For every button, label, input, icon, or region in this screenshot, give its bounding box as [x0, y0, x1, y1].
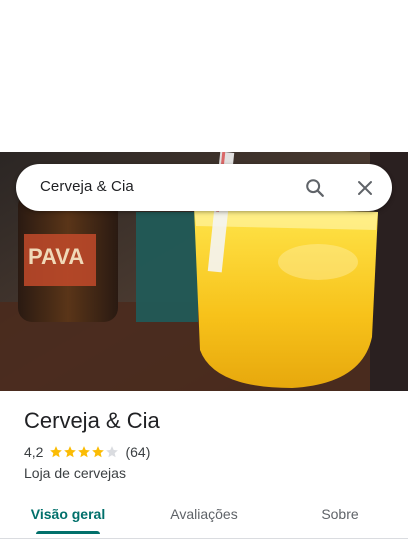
star-filled-icon	[92, 446, 105, 458]
tab-reviews[interactable]: Avaliações	[136, 494, 272, 538]
tab-label: Sobre	[321, 506, 359, 522]
rating-row[interactable]: 4,2 (64)	[24, 443, 384, 461]
search-icon	[306, 179, 324, 197]
search-button[interactable]	[301, 174, 329, 202]
place-info: Cerveja & Cia 4,2 (64) Loja de cervejas	[24, 407, 384, 481]
star-empty-icon	[106, 446, 119, 458]
place-category[interactable]: Loja de cervejas	[24, 465, 384, 481]
review-count[interactable]: (64)	[125, 444, 150, 460]
tab-label: Visão geral	[30, 506, 106, 522]
place-sheet: PAVA Cerveja & Cia Cerveja & Cia 4,2 (64…	[0, 0, 408, 544]
active-tab-indicator	[36, 531, 100, 534]
divider	[0, 538, 408, 539]
rating-stars	[49, 445, 119, 459]
tab-overview[interactable]: Visão geral	[0, 494, 136, 538]
search-input[interactable]: Cerveja & Cia	[40, 178, 134, 195]
star-filled-icon	[50, 446, 63, 458]
search-bar[interactable]: Cerveja & Cia	[16, 164, 392, 211]
tab-bar: Visão geral Avaliações Sobre	[0, 494, 408, 538]
bottle-label: PAVA	[28, 244, 84, 269]
close-button[interactable]	[351, 174, 379, 202]
star-filled-icon	[64, 446, 77, 458]
tab-label: Avaliações	[170, 506, 238, 522]
star-filled-icon	[78, 446, 91, 458]
rating-value: 4,2	[24, 444, 44, 460]
place-title: Cerveja & Cia	[24, 408, 160, 433]
tab-about[interactable]: Sobre	[272, 494, 408, 538]
close-icon	[358, 181, 372, 195]
